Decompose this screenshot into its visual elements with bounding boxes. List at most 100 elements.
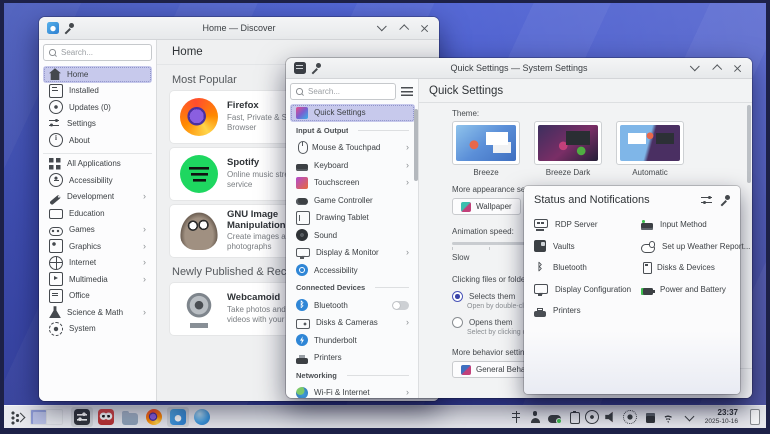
settings-item-mouse-touchpad[interactable]: Mouse & Touchpad › — [290, 139, 415, 157]
tray-icon-user[interactable] — [528, 410, 543, 425]
application-launcher-icon[interactable] — [10, 409, 26, 425]
tray-icon-volume[interactable] — [604, 410, 619, 425]
status-item-vaults[interactable]: Vaults — [530, 236, 635, 258]
wallpaper-button[interactable]: Wallpaper — [452, 198, 521, 215]
tray-icon-expand-tray[interactable] — [680, 410, 695, 425]
settings-titlebar[interactable]: Quick Settings — System Settings — [286, 58, 752, 79]
desktop-1[interactable] — [31, 410, 46, 424]
app-settings-icon — [74, 409, 90, 425]
virtual-desktop-pager[interactable] — [30, 409, 63, 425]
tray-icon-device-indicator[interactable] — [642, 410, 657, 425]
pin-icon[interactable] — [312, 63, 321, 73]
sidebar-scrollbar[interactable] — [414, 109, 418, 181]
radio-selects-them[interactable] — [452, 291, 463, 302]
search-input[interactable] — [61, 48, 146, 57]
settings-item-wi-fi-internet[interactable]: Wi-Fi & Internet › — [290, 384, 415, 398]
task-button-system-settings[interactable] — [71, 407, 93, 427]
task-button-discover[interactable] — [167, 407, 189, 427]
radio-opens-them[interactable] — [452, 317, 463, 328]
clock[interactable]: 23:37 2025-10-16 — [705, 408, 738, 425]
tray-icon-status-tree[interactable] — [509, 410, 524, 425]
tray-record-icon — [585, 410, 600, 424]
hamburger-menu-icon[interactable] — [401, 87, 413, 96]
settings-sidebar: Quick Settings › Input & Output › Mous — [286, 79, 419, 398]
tray-icon-cloud-sync[interactable] — [547, 410, 562, 425]
settings-item-display-monitor[interactable]: Display & Monitor › — [290, 244, 415, 262]
configure-icon[interactable] — [701, 195, 713, 205]
settings-item-connected-devices[interactable]: Connected Devices › — [290, 279, 415, 297]
close-button[interactable] — [730, 61, 744, 75]
sidebar-item-education[interactable]: Education › — [43, 205, 152, 222]
sidebar-item-updates-0[interactable]: Updates (0) › — [43, 99, 152, 116]
access2-icon — [296, 264, 308, 277]
sliders-icon — [49, 117, 61, 130]
desktop-2[interactable] — [47, 410, 62, 424]
sidebar-item-about[interactable]: About › — [43, 132, 152, 149]
settings-item-sound[interactable]: Sound › — [290, 227, 415, 245]
sidebar-item-system[interactable]: System › — [43, 321, 152, 338]
sidebar-item-development[interactable]: Development › — [43, 189, 152, 206]
sidebar-item-home[interactable]: Home › — [43, 66, 152, 83]
settings-item-accessibility[interactable]: Accessibility › — [290, 262, 415, 280]
pin-icon[interactable] — [721, 195, 730, 205]
settings-item-touchscreen[interactable]: Touchscreen › — [290, 174, 415, 192]
sidebar-item-science-math[interactable]: Science & Math › — [43, 304, 152, 321]
tray-icon-wifi[interactable] — [661, 410, 676, 425]
search-input[interactable] — [308, 87, 390, 96]
discover-titlebar[interactable]: Home — Discover — [39, 17, 439, 40]
settings-item-game-controller[interactable]: Game Controller › — [290, 192, 415, 210]
settings-item-networking[interactable]: Networking › — [290, 367, 415, 385]
task-button-red-app[interactable] — [95, 407, 117, 427]
sidebar-item-multimedia[interactable]: Multimedia › — [43, 271, 152, 288]
sidebar-item-settings[interactable]: Settings › — [43, 116, 152, 133]
settings-item-drawing-tablet[interactable]: Drawing Tablet › — [290, 209, 415, 227]
status-item-set-up-weather-report[interactable]: Set up Weather Report... — [637, 236, 754, 258]
tray-icon-night-color[interactable] — [623, 410, 638, 425]
status-item-power-and-battery[interactable]: Power and Battery — [637, 279, 754, 301]
tray-icon-recording[interactable] — [585, 410, 600, 425]
status-item-input-method[interactable]: Input Method — [637, 214, 754, 236]
discover-search[interactable] — [43, 44, 152, 61]
tray-icon-clipboard[interactable] — [566, 410, 581, 425]
pin-icon[interactable] — [65, 23, 74, 33]
status-item-disks-devices[interactable]: Disks & Devices — [637, 257, 754, 279]
chevron-right-icon: › — [143, 306, 146, 317]
desktop: Home — Discover Search... Home Installed… — [0, 0, 770, 434]
settings-item-bluetooth[interactable]: Bluetooth › — [290, 297, 415, 315]
task-button-help-center[interactable] — [191, 407, 213, 427]
settings-item-printers[interactable]: Printers › — [290, 349, 415, 367]
sidebar-item-all-applications[interactable]: All Applications › — [43, 152, 152, 173]
close-button[interactable] — [417, 21, 431, 35]
sidebar-item-accessibility[interactable]: Accessibility › — [43, 172, 152, 189]
settings-search[interactable] — [290, 83, 396, 100]
theme-preview[interactable] — [534, 121, 602, 165]
sidebar-item-graphics[interactable]: Graphics › — [43, 238, 152, 255]
settings-item-quick-settings[interactable]: Quick Settings › — [290, 104, 415, 122]
settings-item-thunderbolt[interactable]: Thunderbolt › — [290, 332, 415, 350]
maximize-button[interactable] — [396, 21, 410, 35]
minimize-button[interactable] — [688, 60, 702, 75]
sidebar-item-games[interactable]: Games › — [43, 222, 152, 239]
minimize-button[interactable] — [375, 20, 389, 35]
sidebar-item-installed[interactable]: Installed › — [43, 83, 152, 100]
status-item-display-configuration[interactable]: Display Configuration — [530, 279, 635, 301]
maximize-button[interactable] — [709, 61, 723, 75]
task-button-firefox[interactable] — [143, 407, 165, 427]
grid-icon — [49, 157, 61, 170]
chevron-right-icon: › — [406, 159, 409, 170]
sidebar-item-office[interactable]: Office › — [43, 288, 152, 305]
status-item-bluetooth[interactable]: Bluetooth — [530, 257, 635, 279]
status-item-printers[interactable]: Printers — [530, 300, 635, 322]
bluetooth-toggle[interactable] — [392, 300, 409, 310]
status-item-rdp-server[interactable]: RDP Server — [530, 214, 635, 236]
settings-item-input-output[interactable]: Input & Output › — [290, 122, 415, 140]
theme-preview[interactable] — [452, 121, 520, 165]
show-desktop-button[interactable] — [750, 409, 760, 425]
content-scrollbar[interactable] — [747, 105, 751, 183]
internet-icon — [49, 255, 63, 270]
sidebar-item-internet[interactable]: Internet › — [43, 255, 152, 272]
settings-item-disks-cameras[interactable]: Disks & Cameras › — [290, 314, 415, 332]
settings-item-keyboard[interactable]: Keyboard › — [290, 157, 415, 175]
theme-preview[interactable] — [616, 121, 684, 165]
task-button-file-manager[interactable] — [119, 407, 141, 427]
